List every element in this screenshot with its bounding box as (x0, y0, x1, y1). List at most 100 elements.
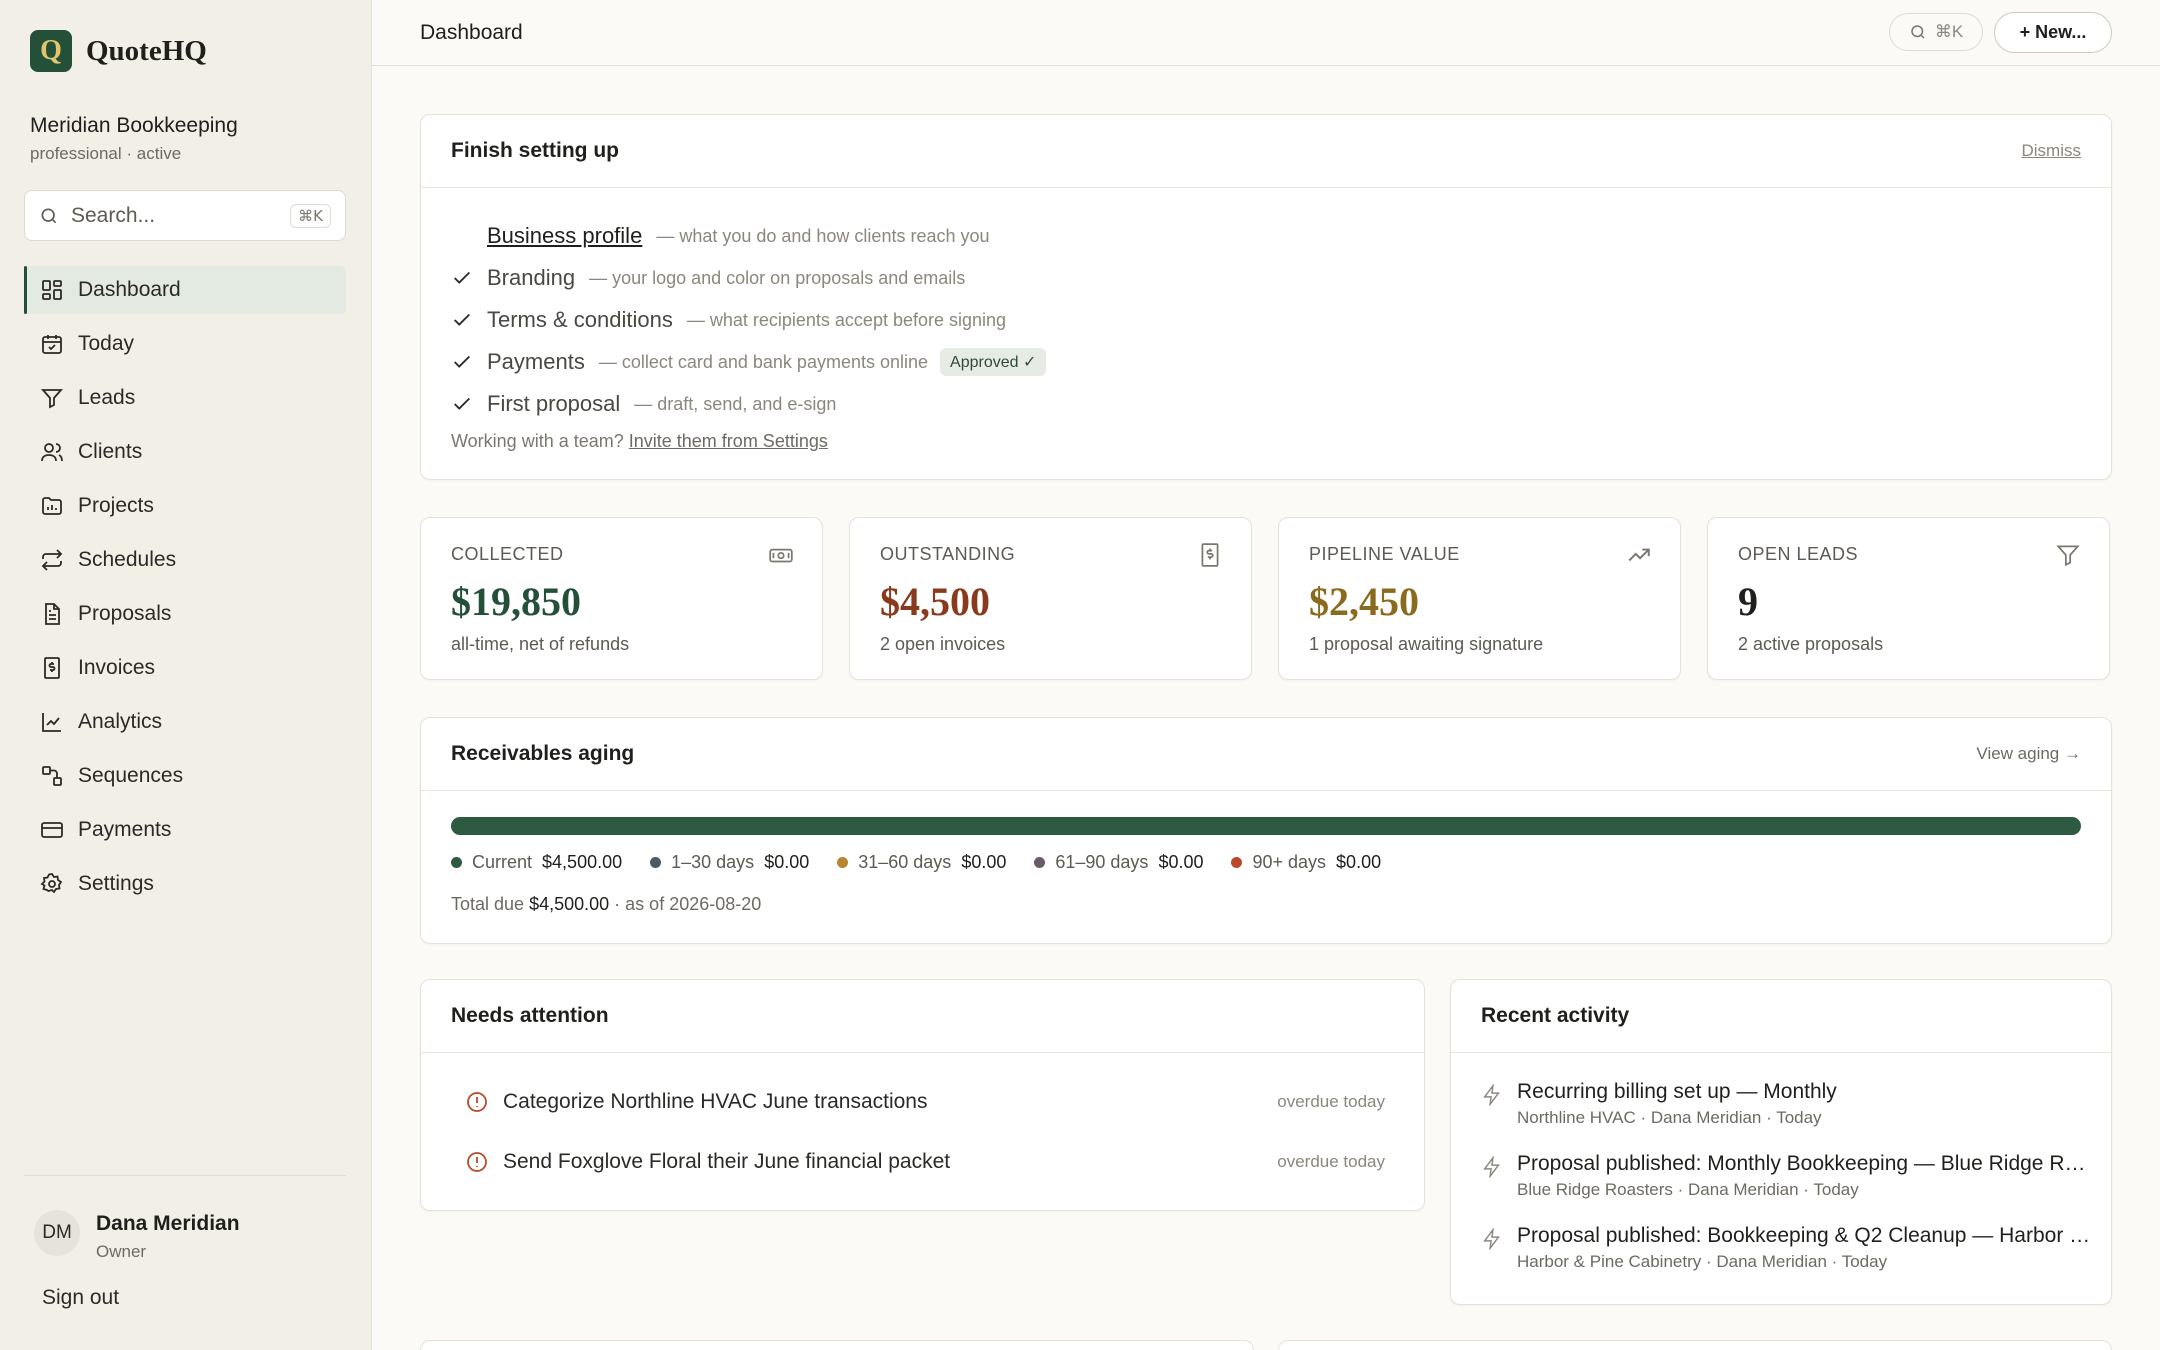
lightning-icon (1483, 1156, 1500, 1178)
stat-sub: all-time, net of refunds (451, 634, 630, 654)
legend-dot (837, 857, 849, 868)
sidebar-item-label: Payments (78, 818, 172, 841)
bucket-label: 90+ days (1252, 852, 1327, 872)
sidebar-item-leads[interactable]: Leads (24, 374, 346, 422)
stat-sub: 2 open invoices (880, 634, 1006, 654)
legend-dot (1034, 857, 1046, 868)
card-icon (41, 822, 63, 838)
attention-text: Send Foxglove Floral their June financia… (503, 1150, 951, 1173)
setup-step-first-proposal[interactable]: First proposal — draft, send, and e-sign (451, 383, 1046, 425)
sidebar-item-today[interactable]: Today (24, 320, 346, 368)
stat-card-collected[interactable]: COLLECTED $19,850 all-time, net of refun… (420, 517, 823, 680)
setup-step-branding[interactable]: Branding — your logo and color on propos… (451, 257, 1046, 299)
attention-item[interactable]: Send Foxglove Floral their June financia… (465, 1142, 1385, 1182)
sidebar-item-label: Sequences (78, 764, 184, 787)
setup-step-desc: — draft, send, and e-sign (634, 393, 837, 414)
setup-step-label: Payments (487, 349, 585, 374)
bucket-amount: $0.00 (1336, 852, 1382, 872)
stat-value: 9 (1738, 579, 1758, 624)
page-title: Dashboard (420, 21, 523, 44)
setup-step-business-profile[interactable]: Business profile — what you do and how c… (451, 215, 1046, 257)
legend-dot (451, 857, 462, 868)
sidebar-item-invoices[interactable]: Invoices (24, 644, 346, 692)
attention-due: overdue today (1277, 1092, 1385, 1111)
aging-header: Receivables aging View aging → (421, 718, 2111, 791)
bucket-label: 61–90 days (1055, 852, 1149, 872)
sidebar-item-dashboard[interactable]: Dashboard (24, 266, 346, 314)
activity-title-text: Proposal published: Bookkeeping & Q2 Cle… (1517, 1224, 2091, 1247)
stat-label: OPEN LEADS (1738, 544, 1859, 564)
activity-item[interactable]: Proposal published: Bookkeeping & Q2 Cle… (1481, 1224, 2091, 1272)
check-icon (454, 355, 470, 368)
funnel-icon (41, 389, 63, 409)
legend-dot (650, 857, 662, 868)
sidebar-item-projects[interactable]: Projects (24, 482, 346, 530)
sidebar-item-label: Projects (78, 494, 154, 517)
user-role: Owner (96, 1242, 147, 1261)
invite-link[interactable]: Invite them from Settings (629, 431, 828, 451)
sidebar-item-sequences[interactable]: Sequences (24, 752, 346, 800)
setup-step-terms[interactable]: Terms & conditions — what recipients acc… (451, 299, 1046, 341)
sidebar-item-label: Clients (78, 440, 143, 463)
brand-name: QuoteHQ (86, 34, 207, 67)
bucket-amount: $0.00 (1158, 852, 1204, 872)
stat-card-pipeline[interactable]: PIPELINE VALUE $2,450 1 proposal awaitin… (1278, 517, 1681, 680)
status-badge: Approved ✓ (940, 348, 1047, 376)
new-button[interactable]: + New... (1994, 12, 2112, 53)
sidebar-item-label: Settings (78, 872, 154, 895)
setup-step-desc: — what recipients accept before signing (686, 309, 1007, 330)
setup-step-label: Terms & conditions (487, 307, 673, 332)
gear-icon (40, 873, 63, 894)
setup-step-payments[interactable]: Payments — collect card and bank payment… (451, 341, 1047, 383)
sidebar-item-analytics[interactable]: Analytics (24, 698, 346, 746)
aging-title: Receivables aging (451, 742, 635, 765)
total-label: Total due (451, 894, 525, 914)
stat-sub: 2 active proposals (1738, 634, 1884, 654)
activity-item[interactable]: Proposal published: Monthly Bookkeeping … (1481, 1152, 2091, 1200)
stat-value: $19,850 (451, 579, 581, 624)
dismiss-button[interactable]: Dismiss (2022, 141, 2082, 161)
setup-step-label[interactable]: Business profile (487, 223, 642, 249)
sidebar-item-proposals[interactable]: Proposals (24, 590, 346, 638)
sidebar-item-settings[interactable]: Settings (24, 860, 346, 908)
stat-card-outstanding[interactable]: OUTSTANDING $4,500 2 open invoices (849, 517, 1252, 680)
alert-circle-icon (467, 1092, 487, 1112)
activity-item[interactable]: Recurring billing set up — Monthly North… (1481, 1080, 2091, 1128)
attention-header: Needs attention (421, 980, 1424, 1053)
sidebar-item-label: Schedules (78, 548, 177, 571)
brand-logo-icon: Q (30, 30, 72, 72)
search-placeholder: Search... (71, 203, 156, 227)
calendar-icon (42, 335, 62, 354)
sidebar-item-label: Proposals (78, 602, 172, 625)
invoice-icon (44, 657, 60, 679)
avatar[interactable]: DM (34, 1210, 80, 1256)
view-aging-link[interactable]: View aging → (1976, 744, 2081, 764)
stat-card-open-leads[interactable]: OPEN LEADS 9 2 active proposals (1707, 517, 2110, 680)
receivables-aging-card: Receivables aging View aging → Current $… (420, 717, 2112, 944)
command-search-button[interactable]: ⌘K (1889, 13, 1983, 51)
stat-value: $4,500 (880, 579, 990, 624)
sidebar-search-input[interactable]: Search... ⌘K (24, 190, 346, 241)
team-text: Working with a team? (451, 431, 624, 451)
stat-sub: 1 proposal awaiting signature (1309, 634, 1544, 654)
trend-up-icon (1628, 548, 1650, 562)
bucket-amount: $0.00 (961, 852, 1007, 872)
sidebar-item-payments[interactable]: Payments (24, 806, 346, 854)
sidebar-item-clients[interactable]: Clients (24, 428, 346, 476)
activity-header: Recent activity (1451, 980, 2111, 1053)
setup-step-desc: — collect card and bank payments online (598, 351, 929, 372)
dashboard-icon (42, 280, 62, 300)
search-icon (41, 208, 57, 223)
sign-out-button[interactable]: Sign out (42, 1286, 119, 1310)
setup-step-label: First proposal (487, 391, 621, 416)
sidebar-item-label: Today (78, 332, 135, 355)
stat-value: $2,450 (1309, 579, 1419, 624)
aging-bucket-1-30: 1–30 days $0.00 (650, 852, 809, 873)
sidebar-item-schedules[interactable]: Schedules (24, 536, 346, 584)
sidebar-divider (24, 1175, 346, 1176)
attention-item[interactable]: Categorize Northline HVAC June transacti… (465, 1082, 1385, 1122)
alert-circle-icon (467, 1152, 487, 1172)
bucket-label: Current (472, 852, 533, 872)
brand[interactable]: Q QuoteHQ (30, 30, 207, 72)
sidebar-nav: Dashboard Today Leads Clients Projects S… (24, 266, 346, 914)
